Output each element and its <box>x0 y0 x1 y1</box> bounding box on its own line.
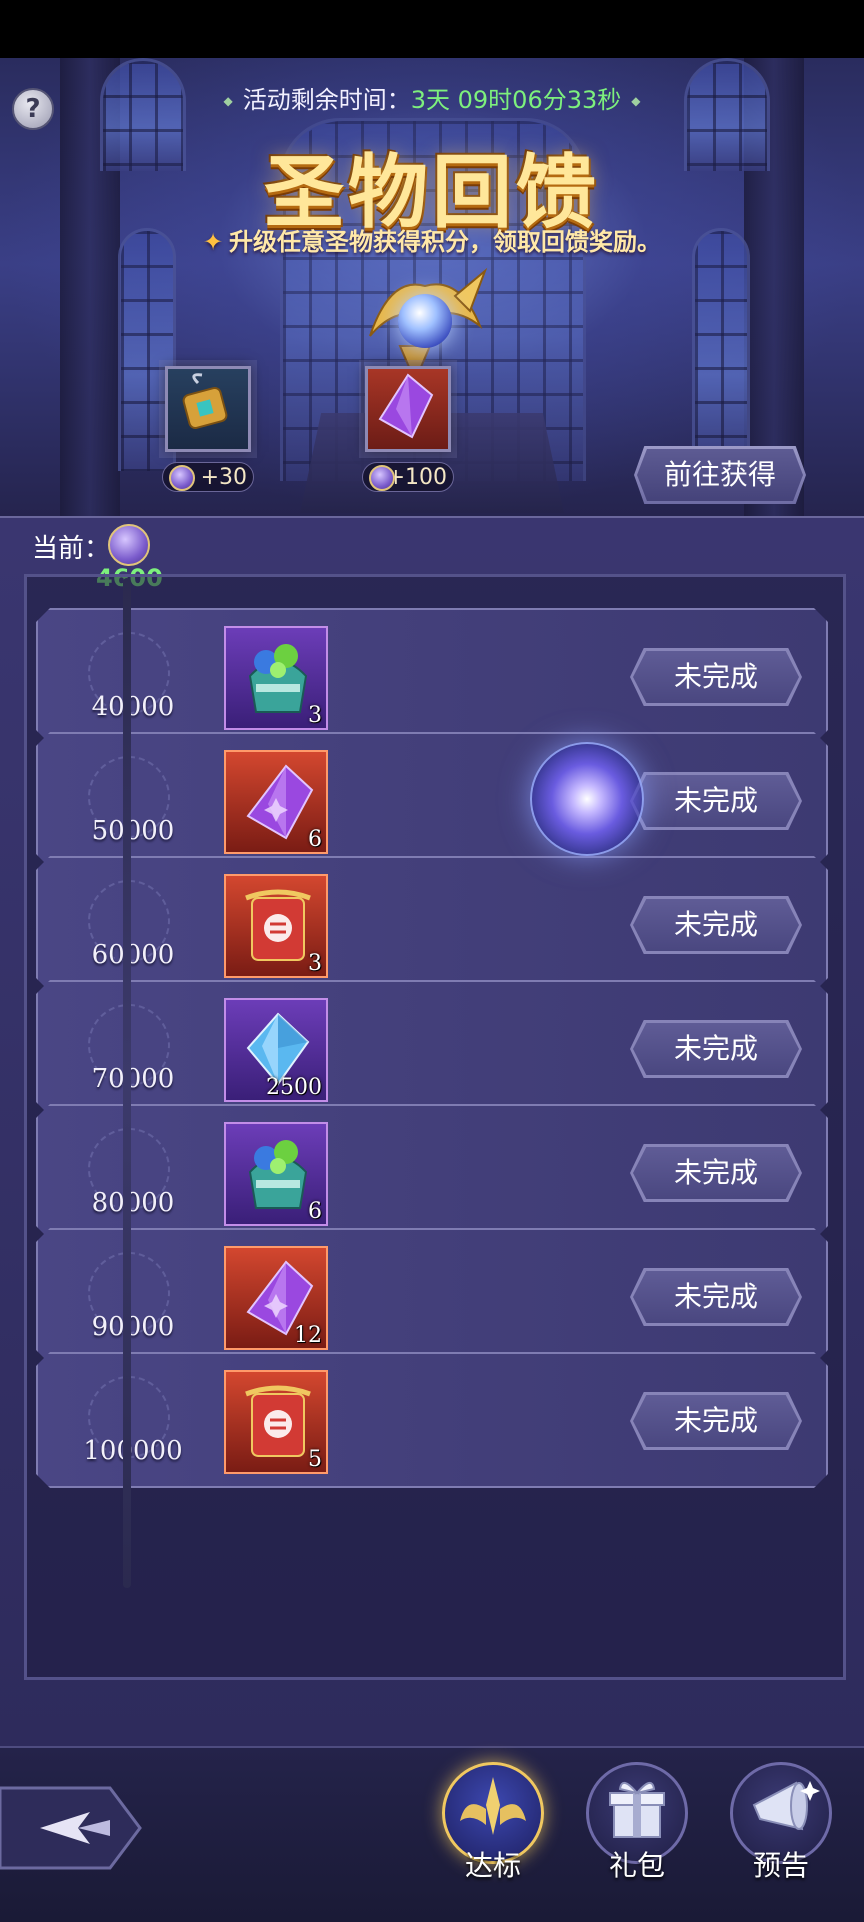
reward-row: 40000 3 未完成 <box>36 608 828 744</box>
status-label: 未完成 <box>673 1032 758 1065</box>
item-quantity: 6 <box>308 1199 322 1224</box>
item-quantity: 6 <box>308 827 322 852</box>
tab-gift[interactable]: 礼包 <box>582 1762 692 1884</box>
reward-item[interactable]: 3 <box>224 874 328 978</box>
bottom-nav: 达标 礼包 预告 <box>0 1746 864 1922</box>
reward-row: 60000 3 未完成 <box>36 856 828 992</box>
point-source-value: +100 <box>362 462 454 492</box>
tab-label: 达标 <box>464 1849 521 1882</box>
diamond-icon: ◆ <box>631 94 641 108</box>
reward-row: 90000 12 未完成 <box>36 1228 828 1364</box>
back-button[interactable] <box>0 1778 150 1878</box>
point-source-value: +30 <box>162 462 254 492</box>
current-label: 当前： <box>32 534 111 564</box>
status-label: 未完成 <box>673 784 758 817</box>
goto-obtain-button[interactable]: 前往获得 <box>634 446 806 504</box>
back-arrow-icon <box>0 1786 142 1870</box>
tab-preview[interactable]: 预告 <box>726 1762 836 1884</box>
reward-row: 70000 2500 未完成 <box>36 980 828 1116</box>
claim-status-button[interactable]: 未完成 <box>630 896 802 954</box>
item-quantity: 3 <box>308 703 322 728</box>
point-source-crystal: +100 <box>360 366 456 492</box>
gold-amulet-icon <box>165 366 251 452</box>
reward-threshold: 90000 <box>91 1312 175 1342</box>
reward-row: 100000 5 未完成 <box>36 1352 828 1488</box>
event-banner: ? ◆ 活动剩余时间：3天 09时06分33秒 ◆ 圣物回馈 ✦ 升级任意圣物获得积分… <box>0 58 864 516</box>
reward-threshold: 40000 <box>91 692 175 722</box>
floating-light-orb <box>530 742 644 856</box>
claim-status-button[interactable]: 未完成 <box>630 1392 802 1450</box>
subtitle-text: 升级任意圣物获得积分，领取回馈奖励。 <box>229 228 662 256</box>
point-coin-icon <box>369 465 395 491</box>
item-quantity: 2500 <box>266 1075 322 1100</box>
event-timer: ◆ 活动剩余时间：3天 09时06分33秒 ◆ <box>0 80 864 115</box>
reward-threshold: 50000 <box>91 816 175 846</box>
reward-item[interactable]: 5 <box>224 1370 328 1474</box>
timer-value: 3天 09时06分33秒 <box>410 86 622 114</box>
reward-threshold: 100000 <box>83 1436 183 1466</box>
reward-item[interactable]: 6 <box>224 1122 328 1226</box>
reward-threshold: 60000 <box>91 940 175 970</box>
stained-window <box>692 228 750 471</box>
claim-status-button[interactable]: 未完成 <box>630 1020 802 1078</box>
reward-row: 50000 6 未完成 <box>36 732 828 868</box>
claim-status-button[interactable]: 未完成 <box>630 1144 802 1202</box>
diamond-icon: ◆ <box>223 94 233 108</box>
reward-item[interactable]: 3 <box>224 626 328 730</box>
claim-status-button[interactable]: 未完成 <box>630 648 802 706</box>
status-label: 未完成 <box>673 660 758 693</box>
reward-item[interactable]: 12 <box>224 1246 328 1350</box>
reward-row: 80000 6 未完成 <box>36 1104 828 1240</box>
status-label: 未完成 <box>673 1404 758 1437</box>
item-quantity: 12 <box>294 1323 322 1348</box>
progress-axis <box>123 578 131 1588</box>
status-bar <box>0 0 864 58</box>
item-quantity: 3 <box>308 951 322 976</box>
purple-crystal-icon <box>365 366 451 452</box>
claim-status-button[interactable]: 未完成 <box>630 772 802 830</box>
reward-item[interactable]: 2500 <box>224 998 328 1102</box>
reward-threshold: 70000 <box>91 1064 175 1094</box>
sparkle-icon: ✦ <box>202 228 224 256</box>
reward-item[interactable]: 6 <box>224 750 328 854</box>
reward-threshold: 80000 <box>91 1188 175 1218</box>
status-label: 未完成 <box>673 1156 758 1189</box>
status-label: 未完成 <box>673 908 758 941</box>
item-quantity: 5 <box>308 1447 322 1472</box>
tab-label: 预告 <box>752 1849 809 1882</box>
reward-panel: 当前： 4600 400003未完成500006未完成600003未完成7000… <box>0 516 864 1748</box>
tab-dabiao[interactable]: 达标 <box>438 1762 548 1884</box>
claim-status-button[interactable]: 未完成 <box>630 1268 802 1326</box>
point-coin-icon <box>169 465 195 491</box>
event-subtitle: ✦ 升级任意圣物获得积分，领取回馈奖励。 <box>0 222 864 257</box>
status-label: 未完成 <box>673 1280 758 1313</box>
tab-label: 礼包 <box>608 1849 665 1882</box>
timer-label: 活动剩余时间： <box>242 86 411 114</box>
point-coin-icon <box>108 524 150 566</box>
point-source-amulet: +30 <box>160 366 256 492</box>
